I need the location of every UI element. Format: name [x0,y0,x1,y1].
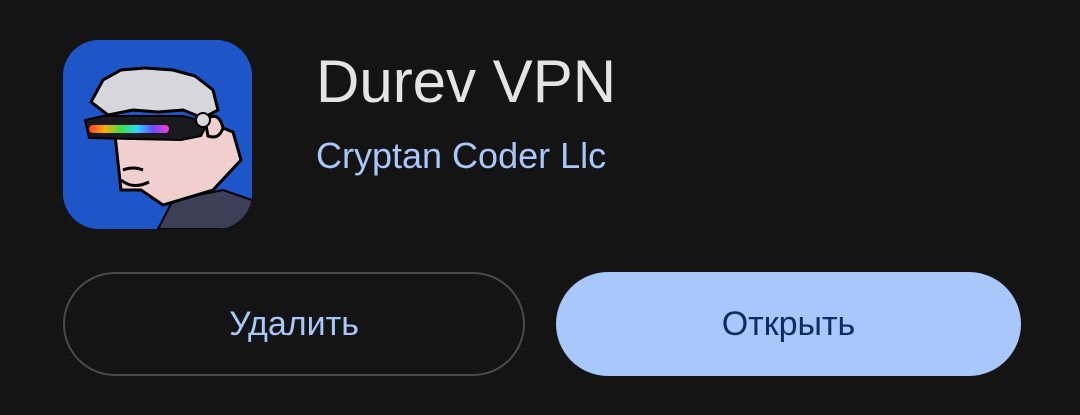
developer-link[interactable]: Cryptan Coder Llc [316,134,606,178]
uninstall-button[interactable]: Удалить [63,272,525,376]
app-title: Durev VPN [316,48,617,115]
app-icon [63,40,252,229]
open-button[interactable]: Открыть [556,272,1021,376]
